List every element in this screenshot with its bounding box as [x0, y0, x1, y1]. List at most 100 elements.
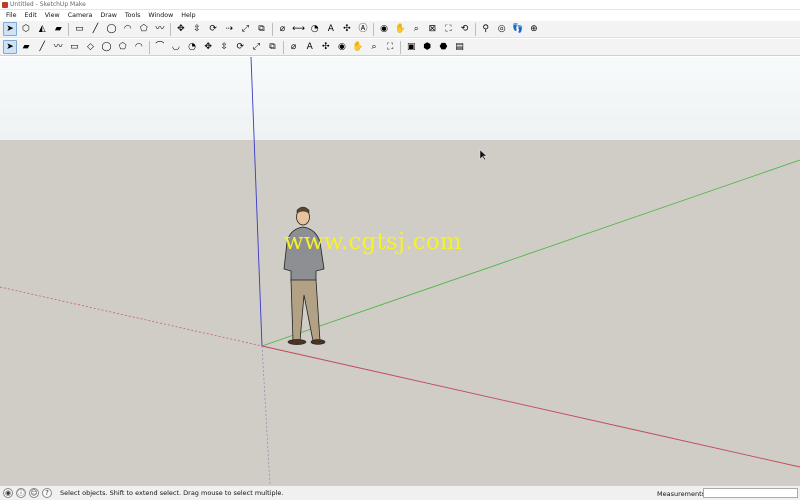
freehand-icon: 〰 — [53, 41, 63, 52]
select-tool-2-button[interactable]: ➤ — [3, 40, 17, 54]
extension-warehouse-tool-button[interactable]: ▤ — [453, 40, 467, 54]
paint-bucket-tool-button[interactable]: ◭ — [35, 22, 49, 36]
zoom-extents-tool-2-button[interactable]: ⛶ — [383, 40, 397, 54]
menu-camera[interactable]: Camera — [64, 12, 97, 19]
tape-measure-tool-2-button[interactable]: ⌀ — [287, 40, 301, 54]
scale-tool-button[interactable]: ⤢ — [238, 22, 252, 36]
polygon-tool-button[interactable]: ⬠ — [137, 22, 151, 36]
tape-measure-icon: ⌀ — [290, 41, 297, 52]
rectangle-icon: ▭ — [70, 41, 79, 52]
3d-text-tool-button[interactable]: Ⓐ — [356, 22, 370, 36]
tape-measure-tool-button[interactable]: ⌀ — [276, 22, 290, 36]
zoom-tool-2-button[interactable]: ⌕ — [367, 40, 381, 54]
two-point-arc-tool-button[interactable]: ⌒ — [153, 40, 167, 54]
offset-tool-button[interactable]: ⧉ — [254, 22, 268, 36]
zoom-window-tool-button[interactable]: ⊠ — [425, 22, 439, 36]
components-tool-button[interactable]: ▣ — [404, 40, 418, 54]
blue-axis-positive — [250, 57, 263, 347]
pie-tool-button[interactable]: ◔ — [185, 40, 199, 54]
3d-text-icon: Ⓐ — [358, 23, 368, 34]
menu-bar: File Edit View Camera Draw Tools Window Help — [0, 10, 800, 21]
freehand-icon: 〰 — [155, 23, 165, 34]
rotated-rectangle-tool-button[interactable]: ◇ — [83, 40, 97, 54]
menu-window[interactable]: Window — [144, 12, 177, 19]
status-message: Select objects. Shift to extend select. … — [60, 489, 284, 497]
text-icon: A — [306, 41, 313, 52]
look-around-icon: ◎ — [497, 23, 506, 34]
text-tool-2-button[interactable]: A — [303, 40, 317, 54]
make-component-tool-button[interactable]: ⬡ — [19, 22, 33, 36]
menu-view[interactable]: View — [41, 12, 64, 19]
share-model-tool-button[interactable]: ⬣ — [436, 40, 450, 54]
menu-edit[interactable]: Edit — [21, 12, 41, 19]
user-icon[interactable]: ☺ — [29, 488, 39, 498]
menu-help[interactable]: Help — [177, 12, 199, 19]
menu-tools[interactable]: Tools — [121, 12, 145, 19]
rectangle-icon: ▭ — [75, 23, 84, 34]
push-pull-tool-button[interactable]: ⇳ — [190, 22, 204, 36]
drawing-viewport[interactable]: www.cgtsj.com — [0, 57, 800, 485]
blue-axis-negative — [261, 345, 271, 485]
pan-tool-2-button[interactable]: ✋ — [351, 40, 365, 54]
select-tool-button[interactable]: ➤ — [3, 22, 17, 36]
rotate-tool-button[interactable]: ⟳ — [206, 22, 220, 36]
position-camera-tool-button[interactable]: ⚲ — [479, 22, 493, 36]
move-tool-button[interactable]: ✥ — [174, 22, 188, 36]
polygon-tool-2-button[interactable]: ⬠ — [116, 40, 130, 54]
sketchup-app-icon[interactable] — [2, 2, 8, 8]
rotate-tool-2-button[interactable]: ⟳ — [233, 40, 247, 54]
rectangle-tool-2-button[interactable]: ▭ — [67, 40, 81, 54]
measurements-input[interactable] — [703, 488, 798, 498]
axes-tool-button[interactable]: ✣ — [340, 22, 354, 36]
move-tool-2-button[interactable]: ✥ — [201, 40, 215, 54]
menu-file[interactable]: File — [2, 12, 21, 19]
arc-tool-2-button[interactable]: ◠ — [132, 40, 146, 54]
main-toolbar: ➤ ⬡ ◭ ▰ ▭ ╱ ◯ ◠ ⬠ 〰 ✥ ⇳ ⟳ ⇢ ⤢ ⧉ ⌀ ⟷ ◔ A ✣ Ⓐ ◉ ✋ ⌕ ⊠ ⛶ ⟲ ⚲ ◎ 👣 ⊕ — [0, 21, 800, 38]
axes-icon: ✣ — [343, 23, 351, 34]
pie-icon: ◔ — [188, 41, 196, 52]
arc-tool-button[interactable]: ◠ — [121, 22, 135, 36]
eraser-tool-2-button[interactable]: ▰ — [19, 40, 33, 54]
select-icon: ➤ — [6, 41, 14, 52]
protractor-tool-button[interactable]: ◔ — [308, 22, 322, 36]
line-tool-2-button[interactable]: ╱ — [35, 40, 49, 54]
toolbar-separator — [474, 22, 476, 36]
geo-location-icon[interactable]: ◉ — [3, 488, 13, 498]
get-models-tool-button[interactable]: ⬢ — [420, 40, 434, 54]
toolbar-separator — [169, 22, 171, 36]
menu-draw[interactable]: Draw — [96, 12, 120, 19]
orbit-tool-button[interactable]: ◉ — [377, 22, 391, 36]
scale-figure-person — [283, 206, 326, 345]
text-tool-button[interactable]: A — [324, 22, 338, 36]
zoom-extents-icon: ⛶ — [387, 41, 394, 52]
previous-view-tool-button[interactable]: ⟲ — [458, 22, 472, 36]
two-point-arc-icon: ⌒ — [155, 41, 165, 52]
orbit-tool-2-button[interactable]: ◉ — [335, 40, 349, 54]
freehand-tool-button[interactable]: 〰 — [153, 22, 167, 36]
freehand-tool-2-button[interactable]: 〰 — [51, 40, 65, 54]
rectangle-tool-button[interactable]: ▭ — [72, 22, 86, 36]
zoom-tool-button[interactable]: ⌕ — [409, 22, 423, 36]
section-plane-tool-button[interactable]: ⊕ — [527, 22, 541, 36]
follow-me-tool-button[interactable]: ⇢ — [222, 22, 236, 36]
look-around-tool-button[interactable]: ◎ — [495, 22, 509, 36]
eraser-tool-button[interactable]: ▰ — [51, 22, 65, 36]
three-point-arc-tool-button[interactable]: ◡ — [169, 40, 183, 54]
credits-icon[interactable]: ⓘ — [16, 488, 26, 498]
move-icon: ✥ — [204, 41, 212, 52]
scale-tool-2-button[interactable]: ⤢ — [249, 40, 263, 54]
push-pull-tool-2-button[interactable]: ⇳ — [217, 40, 231, 54]
circle-tool-button[interactable]: ◯ — [105, 22, 119, 36]
line-tool-button[interactable]: ╱ — [88, 22, 102, 36]
dimension-tool-button[interactable]: ⟷ — [292, 22, 306, 36]
window-title: Untitled - SketchUp Make — [10, 1, 86, 8]
pan-tool-button[interactable]: ✋ — [393, 22, 407, 36]
walk-tool-button[interactable]: 👣 — [511, 22, 525, 36]
arc-icon: ◠ — [134, 41, 143, 52]
circle-tool-2-button[interactable]: ◯ — [100, 40, 114, 54]
offset-tool-2-button[interactable]: ⧉ — [266, 40, 280, 54]
axes-tool-2-button[interactable]: ✣ — [319, 40, 333, 54]
components-icon: ▣ — [406, 41, 416, 52]
zoom-extents-tool-button[interactable]: ⛶ — [441, 22, 455, 36]
help-icon[interactable]: ? — [42, 488, 52, 498]
